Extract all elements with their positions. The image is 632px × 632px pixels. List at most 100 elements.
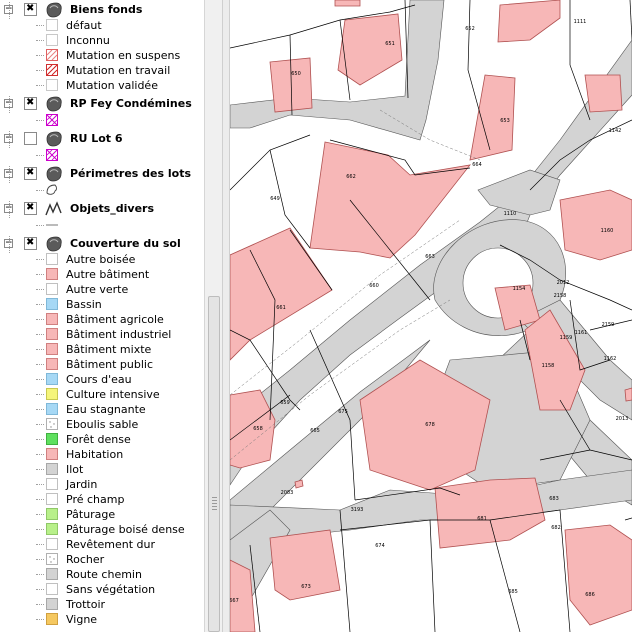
layer-row-rp-fey-cond-mines[interactable]: −RP Fey Condémines	[0, 96, 204, 112]
layer-row-objets-divers[interactable]: −Objets_divers	[0, 201, 204, 216]
map-canvas[interactable]: 651 652 650 653 1142 1111 664 662 649 1110 1160 663…	[230, 0, 632, 632]
legend-item-label: Eau stagnante	[66, 403, 146, 416]
vector-polygon-layer-icon	[44, 131, 64, 147]
parcel-number-label: 650	[291, 71, 301, 77]
parcel-number-label: 686	[585, 592, 595, 598]
legend-item: Bassin	[0, 297, 204, 312]
vector-line-layer-icon	[44, 201, 64, 217]
legend-item: Sans végétation	[0, 582, 204, 597]
tree-connector	[36, 85, 44, 86]
layer-visibility-checkbox[interactable]	[24, 132, 37, 145]
tree-connector	[36, 319, 44, 320]
tree-line	[9, 166, 11, 183]
tree-connector	[36, 334, 44, 335]
legend-item-label: Mutation en travail	[66, 64, 171, 77]
legend-item: Bâtiment agricole	[0, 312, 204, 327]
parcel-number-label: 1158	[542, 363, 555, 369]
parcel-number-label: 685	[508, 589, 518, 595]
layer-visibility-checkbox[interactable]	[24, 167, 37, 180]
parcel-number-label: 662	[346, 174, 356, 180]
legend-item: Rocher	[0, 552, 204, 567]
layers-legend-panel: −Biens fondsdéfaut Inconnu Mutation en sus…	[0, 0, 204, 632]
parcel-number-label: 2013	[616, 416, 629, 422]
legend-item: Pâturage boisé dense	[0, 522, 204, 537]
legend-item-label: Cours d'eau	[66, 373, 132, 386]
legend-item-label: Trottoir	[66, 598, 106, 611]
legend-item-label: Pâturage	[66, 508, 116, 521]
parcel-number-label: 1142	[609, 128, 622, 134]
legend-item-label: Autre verte	[66, 283, 129, 296]
legend-item-label: Revêtement dur	[66, 538, 156, 551]
layer-visibility-checkbox[interactable]	[24, 237, 37, 250]
legend-swatch	[46, 79, 58, 91]
tree-line	[9, 236, 11, 253]
legend-item-label: Forêt dense	[66, 433, 131, 446]
layer-name: Objets_divers	[70, 202, 155, 215]
parcel-number-label: 649	[270, 196, 280, 202]
legend-swatch	[46, 538, 58, 550]
parcel-number-label: 2083	[281, 490, 294, 496]
layer-visibility-checkbox[interactable]	[24, 202, 37, 215]
parcel-number-label: 659	[280, 400, 290, 406]
legend-item: Mutation en suspens	[0, 48, 204, 63]
vector-polygon-layer-icon	[44, 2, 64, 18]
tree-connector	[36, 349, 44, 350]
parcel-number-label: 1162	[604, 356, 617, 362]
tree-connector	[36, 70, 44, 71]
legend-item-label: Route chemin	[66, 568, 142, 581]
legend-item: Cours d'eau	[0, 372, 204, 387]
legend-swatch	[46, 358, 58, 370]
tree-connector	[36, 55, 44, 56]
layer-row-couverture-du-sol[interactable]: −Couverture du sol	[0, 236, 204, 252]
layer-visibility-checkbox[interactable]	[24, 97, 37, 110]
legend-item-label: Culture intensive	[66, 388, 160, 401]
layer-row-biens-fonds[interactable]: −Biens fonds	[0, 2, 204, 18]
legend-item-label: Autre boisée	[66, 253, 136, 266]
tree-connector	[36, 499, 44, 500]
vector-polygon-layer-icon	[44, 166, 64, 182]
legend-vertical-scrollbar[interactable]	[204, 0, 223, 632]
legend-swatch	[46, 219, 58, 231]
legend-item: Ilot	[0, 462, 204, 477]
layer-row-ru-lot-6[interactable]: − RU Lot 6	[0, 131, 204, 147]
parcel-number-label: 675	[338, 409, 348, 415]
legend-swatch	[46, 388, 58, 400]
scrollbar-thumb[interactable]	[208, 296, 220, 632]
legend-swatch	[46, 598, 58, 610]
parcel-number-label: 678	[425, 422, 435, 428]
tree-connector	[36, 379, 44, 380]
parcel-number-label: 1161	[575, 330, 588, 336]
parcel-number-label: 3193	[351, 507, 364, 513]
legend-item-label: Bâtiment public	[66, 358, 154, 371]
parcel-number-label: 683	[549, 496, 559, 502]
tree-connector	[36, 364, 44, 365]
tree-connector	[36, 155, 44, 156]
legend-item-label: défaut	[66, 19, 102, 32]
legend-item: Jardin	[0, 477, 204, 492]
legend-item: Pré champ	[0, 492, 204, 507]
legend-item: Culture intensive	[0, 387, 204, 402]
tree-connector	[36, 469, 44, 470]
layer-name: Biens fonds	[70, 3, 143, 16]
tree-connector	[36, 589, 44, 590]
parcel-number-label: 1160	[601, 228, 614, 234]
layer-visibility-checkbox[interactable]	[24, 3, 37, 16]
legend-item: Eboulis sable	[0, 417, 204, 432]
panel-splitter[interactable]	[222, 0, 230, 632]
legend-item: Vigne	[0, 612, 204, 627]
legend-item-label: Eboulis sable	[66, 418, 139, 431]
tree-connector	[36, 514, 44, 515]
legend-swatch	[46, 64, 58, 76]
legend-swatch	[46, 19, 58, 31]
tree-line	[9, 201, 11, 218]
legend-item: défaut	[0, 18, 204, 33]
legend-item: Bâtiment industriel	[0, 327, 204, 342]
tree-line	[9, 2, 11, 19]
parcel-number-label: 1159	[560, 335, 573, 341]
tree-line	[9, 96, 11, 113]
legend-swatch	[46, 34, 58, 46]
legend-swatch	[46, 523, 58, 535]
legend-item-label: Vigne	[66, 613, 98, 626]
legend-item: Mutation validée	[0, 78, 204, 93]
layer-row-p-rimetres-des-lots[interactable]: −Périmetres des lots	[0, 166, 204, 182]
